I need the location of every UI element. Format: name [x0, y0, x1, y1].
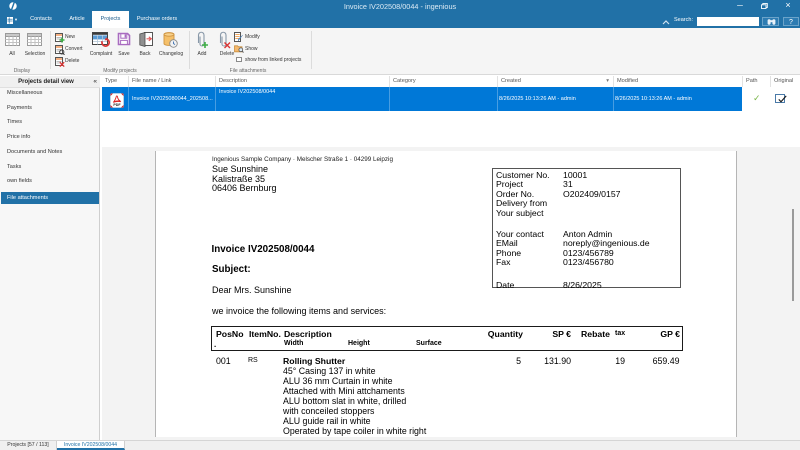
svg-text:PDF: PDF: [113, 103, 121, 107]
